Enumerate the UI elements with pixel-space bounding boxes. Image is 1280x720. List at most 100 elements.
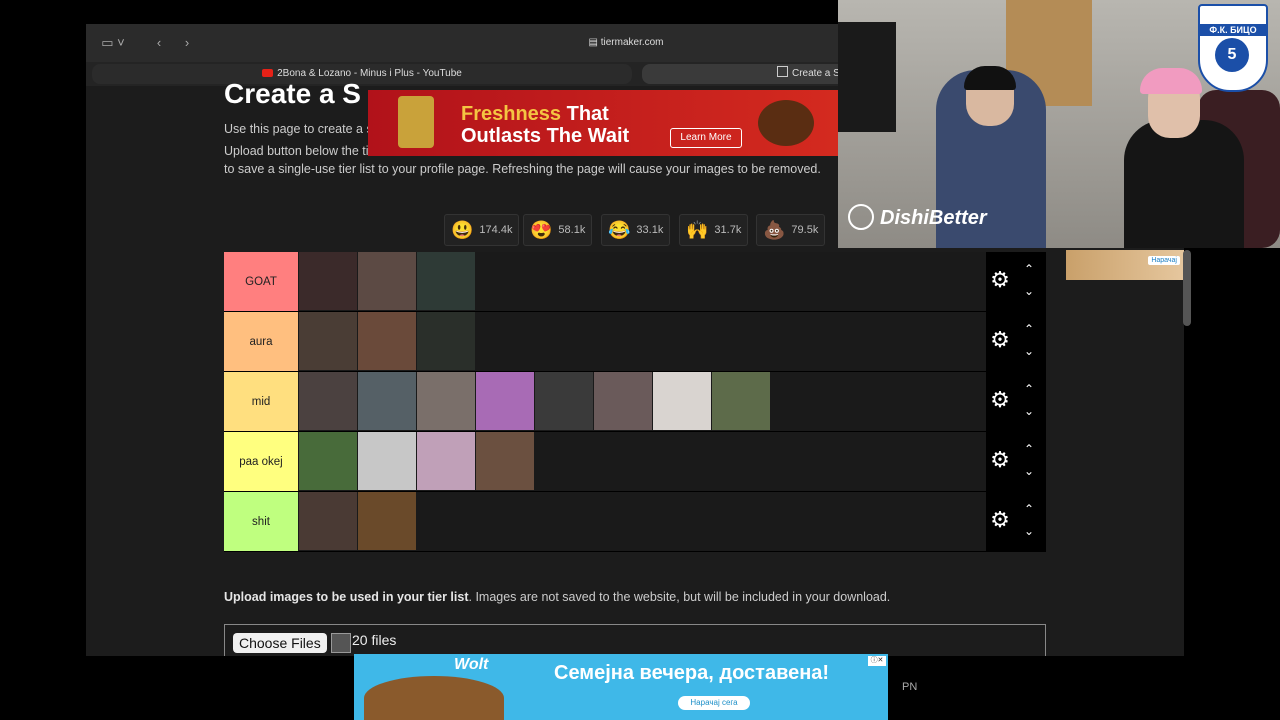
- tier-items: [299, 372, 771, 431]
- reaction-poop[interactable]: 💩 79.5k: [756, 214, 826, 246]
- club-badge-logo: Ф.К. БИЦО 5: [1198, 4, 1268, 92]
- file-count: 20 files: [352, 632, 397, 648]
- choose-files-button[interactable]: Choose Files: [233, 633, 327, 653]
- back-icon[interactable]: ‹: [148, 33, 170, 53]
- tier-item-image[interactable]: [417, 312, 475, 370]
- sidebar-toggle-icon[interactable]: ▭ ˅: [98, 33, 128, 53]
- tier-item-image[interactable]: [358, 492, 416, 550]
- reaction-heart-eyes[interactable]: 😍 58.1k: [523, 214, 593, 246]
- page-icon: ▤: [588, 37, 601, 48]
- youtube-icon: [262, 69, 274, 77]
- reaction-smile[interactable]: 😃 174.4k: [444, 214, 520, 246]
- tier-item-image[interactable]: [476, 372, 534, 430]
- move-up-icon[interactable]: ⌃: [1022, 502, 1036, 516]
- tier-item-image[interactable]: [299, 252, 357, 310]
- tier-item-image[interactable]: [358, 252, 416, 310]
- move-up-icon[interactable]: ⌃: [1022, 322, 1036, 336]
- move-down-icon[interactable]: ⌄: [1022, 284, 1036, 298]
- tier-item-image[interactable]: [653, 372, 711, 430]
- ad-food-image: [758, 100, 814, 146]
- streamer-right-cap: [1140, 68, 1202, 94]
- gear-icon[interactable]: ⚙: [988, 388, 1012, 412]
- tier-items: [299, 492, 417, 551]
- tv-image: [838, 22, 896, 132]
- tier-item-image[interactable]: [299, 372, 357, 430]
- ad-banner-bottom[interactable]: Wolt Семејна вечера, доставена! Нарачај …: [354, 654, 888, 720]
- streamer-right: [1124, 120, 1244, 248]
- laugh-emoji-icon: 😂: [608, 220, 631, 240]
- tier-items: [299, 312, 476, 371]
- tier-row: shit ⚙ ⌃ ⌄: [224, 492, 1046, 552]
- scrollbar[interactable]: [1183, 250, 1191, 326]
- forward-icon[interactable]: ›: [176, 33, 198, 53]
- ad-order-button[interactable]: Нарачај сега: [678, 696, 750, 710]
- file-upload-box: Choose Files 20 files: [224, 624, 1046, 656]
- tier-item-image[interactable]: [535, 372, 593, 430]
- tiermaker-icon: [777, 66, 788, 77]
- tier-controls: ⚙ ⌃ ⌄: [986, 492, 1046, 551]
- tier-item-image[interactable]: [299, 432, 357, 490]
- move-down-icon[interactable]: ⌄: [1022, 524, 1036, 538]
- tier-item-image[interactable]: [299, 312, 357, 370]
- address-url: tiermaker.com: [600, 37, 664, 48]
- tier-controls: ⚙ ⌃ ⌄: [986, 252, 1046, 311]
- tier-label[interactable]: paa okej: [224, 432, 298, 491]
- tier-row: GOAT ⚙ ⌃ ⌄: [224, 252, 1046, 312]
- tier-controls: ⚙ ⌃ ⌄: [986, 372, 1046, 431]
- tier-item-image[interactable]: [417, 372, 475, 430]
- page-description-line3: to save a single-use tier list to your p…: [224, 162, 821, 176]
- move-up-icon[interactable]: ⌃: [1022, 262, 1036, 276]
- poop-emoji-icon: 💩: [763, 220, 786, 240]
- tab-youtube[interactable]: 2Bona & Lozano - Minus i Plus - YouTube: [92, 64, 632, 84]
- reaction-raised-hands[interactable]: 🙌 31.7k: [679, 214, 749, 246]
- tier-item-image[interactable]: [299, 492, 357, 550]
- ad-close-icon[interactable]: ⓘ✕: [868, 656, 886, 666]
- tier-item-image[interactable]: [476, 432, 534, 490]
- move-up-icon[interactable]: ⌃: [1022, 442, 1036, 456]
- ad-bottom-headline: Семејна вечера, доставена!: [554, 662, 830, 684]
- streamer-left-cap: [964, 66, 1016, 90]
- reaction-laugh[interactable]: 😂 33.1k: [601, 214, 671, 246]
- move-up-icon[interactable]: ⌃: [1022, 382, 1036, 396]
- tier-controls: ⚙ ⌃ ⌄: [986, 432, 1046, 491]
- upload-instructions: Upload images to be used in your tier li…: [224, 590, 891, 604]
- heart-eyes-emoji-icon: 😍: [530, 220, 553, 240]
- tier-items: [299, 432, 535, 491]
- tier-item-image[interactable]: [358, 312, 416, 370]
- tier-row: mid ⚙ ⌃ ⌄: [224, 372, 1046, 432]
- ad-learn-more-button[interactable]: Learn More: [670, 128, 742, 148]
- tier-item-image[interactable]: [712, 372, 770, 430]
- move-down-icon[interactable]: ⌄: [1022, 404, 1036, 418]
- footer-text: PN: [902, 681, 918, 693]
- tier-list: GOAT ⚙ ⌃ ⌄ aura ⚙ ⌃ ⌄ mid ⚙ ⌃ ⌄ paa okej ⚙ ⌃ ⌄ shit ⚙ ⌃ ⌄: [224, 252, 1046, 552]
- gear-icon[interactable]: ⚙: [988, 328, 1012, 352]
- tier-item-image[interactable]: [594, 372, 652, 430]
- address-bar[interactable]: ▤ tiermaker.com: [416, 33, 836, 53]
- gear-icon[interactable]: ⚙: [988, 268, 1012, 292]
- ad-headline: Freshness That Outlasts The Wait: [461, 103, 630, 147]
- side-ad[interactable]: Нарачај: [1066, 250, 1184, 280]
- tier-item-image[interactable]: [417, 252, 475, 310]
- tier-item-image[interactable]: [358, 372, 416, 430]
- move-down-icon[interactable]: ⌄: [1022, 344, 1036, 358]
- smile-emoji-icon: 😃: [451, 220, 474, 240]
- tier-items: [299, 252, 476, 311]
- tier-row: aura ⚙ ⌃ ⌄: [224, 312, 1046, 372]
- tier-controls: ⚙ ⌃ ⌄: [986, 312, 1046, 371]
- gear-icon[interactable]: ⚙: [988, 448, 1012, 472]
- page-title: Create a S: [224, 78, 361, 109]
- dishi-logo-icon: [848, 204, 874, 230]
- tier-item-image[interactable]: [358, 432, 416, 490]
- tier-label[interactable]: GOAT: [224, 252, 298, 311]
- tier-label[interactable]: mid: [224, 372, 298, 431]
- streamer-watermark: DishiBetter: [848, 204, 987, 230]
- gear-icon[interactable]: ⚙: [988, 508, 1012, 532]
- tier-label[interactable]: aura: [224, 312, 298, 371]
- tier-label[interactable]: shit: [224, 492, 298, 551]
- tier-item-image[interactable]: [417, 432, 475, 490]
- move-down-icon[interactable]: ⌄: [1022, 464, 1036, 478]
- tier-row: paa okej ⚙ ⌃ ⌄: [224, 432, 1046, 492]
- ad-logo: [398, 96, 434, 148]
- ad-banner-top[interactable]: Freshness That Outlasts The Wait Learn M…: [368, 90, 838, 156]
- ad-pizza-image: [364, 676, 504, 720]
